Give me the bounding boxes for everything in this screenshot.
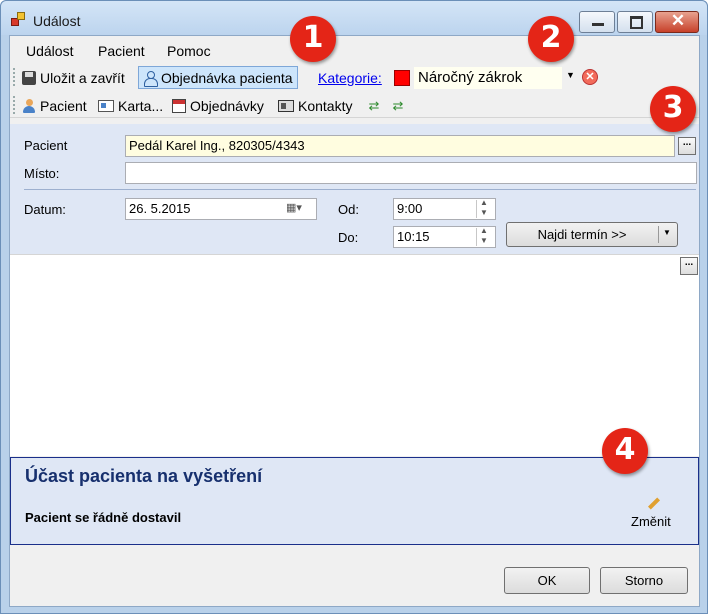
window-title: Událost [33, 13, 81, 29]
change-button[interactable]: Změnit [631, 514, 671, 529]
category-select[interactable]: Náročný zákrok [414, 67, 562, 89]
main-toolbar: Uložit a zavřít Objednávka pacienta Kate… [10, 64, 699, 91]
sync-in-icon: ⇄ [368, 97, 380, 113]
to-time-field[interactable]: 10:15 [393, 226, 496, 248]
orders-button[interactable]: Objednávky [168, 94, 268, 117]
date-label: Datum: [24, 202, 66, 217]
callout-badge-1: 1 [290, 16, 336, 62]
calendar-dropdown-icon[interactable]: ▦▾ [286, 201, 312, 217]
from-time-field[interactable]: 9:00 [393, 198, 496, 220]
event-window: Událost ✕ Událost Pacient Pomoc Uložit a… [0, 0, 708, 614]
ok-button[interactable]: OK [504, 567, 590, 594]
pencil-icon[interactable] [646, 496, 662, 510]
to-label: Do: [338, 230, 359, 245]
sync-in-button[interactable]: ⇄ [362, 94, 386, 117]
save-close-label: Uložit a zavřít [40, 69, 125, 86]
notes-area[interactable]: ... [10, 254, 699, 456]
calendar-icon [172, 98, 186, 113]
patient-label: Pacient [24, 138, 68, 153]
chevron-down-icon[interactable]: ▼ [663, 228, 671, 237]
contacts-button-label: Kontakty [298, 97, 353, 114]
category-link[interactable]: Kategorie: [314, 66, 386, 89]
category-color-swatch [394, 70, 410, 86]
card-icon [98, 99, 114, 112]
callout-badge-4: 4 [602, 428, 648, 474]
toolbar-grip[interactable] [13, 68, 16, 86]
contacts-icon [278, 99, 294, 112]
callout-badge-2: 2 [528, 16, 574, 62]
person-icon [143, 70, 158, 87]
patient-browse-button[interactable]: ... [678, 137, 696, 155]
contacts-button[interactable]: Kontakty [274, 94, 356, 117]
cancel-button[interactable]: Storno [600, 567, 688, 594]
chevron-down-icon[interactable]: ▼ [566, 70, 575, 80]
place-label: Místo: [24, 166, 60, 181]
category-link-label: Kategorie: [318, 69, 382, 86]
card-button[interactable]: Karta... [94, 94, 167, 117]
client-area: Událost Pacient Pomoc Uložit a zavřít Ob… [9, 35, 700, 607]
patient-order-button[interactable]: Objednávka pacienta [138, 66, 298, 89]
find-slot-button[interactable]: Najdi termín >> ▼ [506, 222, 678, 247]
participation-title: Účast pacienta na vyšetření [25, 466, 263, 486]
participation-status: Pacient se řádně dostavil [25, 510, 182, 525]
date-field[interactable]: 26. 5.2015 ▦▾ [125, 198, 317, 220]
person-icon [22, 98, 36, 113]
app-icon [11, 12, 27, 28]
menu-patient[interactable]: Pacient [98, 43, 145, 59]
clear-category-icon[interactable]: ✕ [582, 69, 598, 85]
place-field[interactable] [125, 162, 697, 184]
close-button[interactable]: ✕ [655, 11, 699, 33]
sync-out-button[interactable]: ⇄ [386, 94, 410, 117]
patient-button-label: Pacient [40, 97, 87, 114]
date-value: 26. 5.2015 [129, 201, 191, 216]
from-time-value: 9:00 [397, 201, 423, 216]
menu-event[interactable]: Událost [26, 43, 73, 59]
find-slot-label: Najdi termín >> [537, 227, 627, 242]
patient-field[interactable]: Pedál Karel Ing., 820305/4343 [125, 135, 675, 157]
split-separator [658, 226, 659, 243]
menu-bar: Událost Pacient Pomoc [10, 36, 699, 64]
minimize-button[interactable] [579, 11, 615, 33]
form-divider [24, 189, 696, 190]
toolbar-grip-2[interactable] [13, 96, 16, 114]
patient-order-label: Objednávka pacienta [161, 69, 293, 86]
close-icon: ✕ [670, 11, 686, 30]
to-time-spinner[interactable] [476, 227, 494, 246]
participation-panel: Účast pacienta na vyšetření Pacient se ř… [10, 457, 699, 545]
to-time-value: 10:15 [397, 229, 430, 244]
notes-browse-button[interactable]: ... [680, 257, 698, 275]
patient-button[interactable]: Pacient [18, 94, 91, 117]
from-label: Od: [338, 202, 359, 217]
from-time-spinner[interactable] [476, 199, 494, 218]
menu-help[interactable]: Pomoc [167, 43, 211, 59]
save-close-button[interactable]: Uložit a zavřít [18, 66, 129, 89]
callout-badge-3: 3 [650, 86, 696, 132]
save-icon [22, 70, 36, 85]
maximize-button[interactable] [617, 11, 653, 33]
title-bar[interactable]: Událost ✕ [1, 1, 707, 35]
card-button-label: Karta... [118, 97, 164, 114]
orders-button-label: Objednávky [190, 97, 264, 114]
secondary-toolbar: Pacient Karta... Objednávky Kontakty ⇄ ⇄ [10, 92, 699, 118]
sync-out-icon: ⇄ [392, 97, 404, 113]
